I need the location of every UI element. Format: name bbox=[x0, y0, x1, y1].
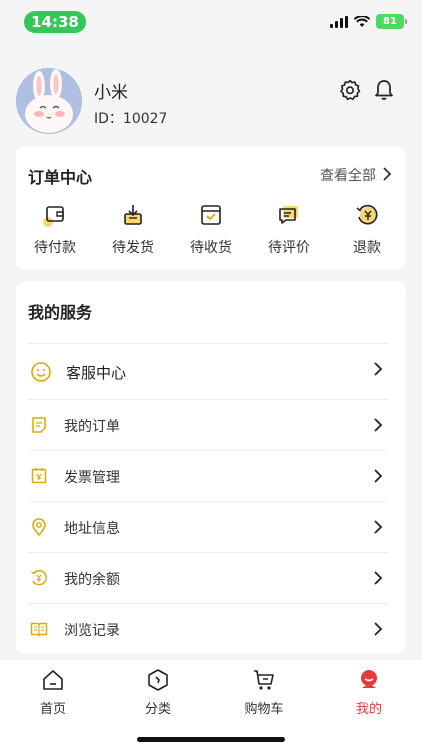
tab-category[interactable]: 分类 bbox=[118, 666, 198, 717]
profile-icon bbox=[361, 670, 377, 688]
services-title: 我的服务 bbox=[28, 303, 93, 322]
order-status-label: 待评价 bbox=[268, 240, 310, 256]
status-icons: 81 bbox=[330, 14, 407, 29]
order-center-card: 订单中心 查看全部 待付款 待发货 待收货 待评价 退款 bbox=[16, 146, 406, 270]
home-icon bbox=[43, 670, 63, 690]
order-status-label: 待收货 bbox=[190, 240, 232, 256]
order-status-label: 待发货 bbox=[112, 240, 154, 256]
refund-icon bbox=[356, 204, 378, 225]
settings-gear-icon[interactable] bbox=[338, 78, 362, 102]
tab-label: 首页 bbox=[39, 702, 66, 717]
receive-box-icon bbox=[201, 205, 221, 225]
profile-header: 小米 ID：10027 bbox=[16, 68, 406, 136]
smiley-icon bbox=[31, 362, 51, 382]
cart-icon bbox=[254, 670, 274, 690]
wifi-icon bbox=[354, 15, 370, 27]
chevron-right-icon bbox=[374, 418, 383, 432]
user-id: ID：10027 bbox=[94, 111, 168, 127]
order-status-pending-receipt[interactable]: 待收货 bbox=[172, 202, 250, 260]
service-label: 地址信息 bbox=[64, 521, 120, 537]
order-status-refund[interactable]: 退款 bbox=[328, 202, 406, 260]
service-item-address[interactable]: 地址信息 bbox=[28, 501, 388, 552]
order-status-label: 退款 bbox=[353, 240, 381, 256]
order-status-label: 待付款 bbox=[34, 240, 76, 256]
package-icon bbox=[124, 205, 142, 225]
chevron-right-icon bbox=[374, 622, 383, 636]
service-item-balance[interactable]: 我的余额 bbox=[28, 552, 388, 603]
tab-home[interactable]: 首页 bbox=[13, 666, 93, 717]
tab-cart[interactable]: 购物车 bbox=[224, 666, 304, 717]
bunny-avatar-icon bbox=[16, 68, 82, 134]
avatar[interactable] bbox=[16, 68, 82, 134]
order-doc-icon bbox=[32, 417, 46, 433]
review-icon bbox=[279, 206, 298, 224]
order-center-title: 订单中心 bbox=[28, 168, 93, 187]
service-item-my-orders[interactable]: 我的订单 bbox=[28, 399, 388, 450]
chevron-right-icon bbox=[374, 469, 383, 483]
tab-label: 分类 bbox=[144, 702, 171, 717]
status-time: 14:38 bbox=[24, 11, 86, 33]
service-item-browsing-history[interactable]: 浏览记录 bbox=[28, 603, 388, 654]
cellular-signal-icon bbox=[330, 15, 348, 28]
service-label: 发票管理 bbox=[64, 470, 120, 486]
service-label: 我的余额 bbox=[64, 572, 120, 588]
service-list: 客服中心 我的订单 发票管理 地址信息 我的余额 浏览记录 bbox=[28, 343, 388, 654]
service-label: 浏览记录 bbox=[64, 623, 120, 639]
username: 小米 bbox=[94, 83, 128, 103]
service-label: 我的订单 bbox=[64, 419, 120, 435]
invoice-icon bbox=[31, 468, 47, 484]
view-all-orders-link[interactable]: 查看全部 bbox=[320, 165, 376, 185]
chevron-right-icon bbox=[374, 571, 383, 585]
battery-indicator: 81 bbox=[376, 14, 407, 29]
service-item-customer-service[interactable]: 客服中心 bbox=[28, 343, 388, 399]
chevron-right-icon[interactable] bbox=[380, 166, 394, 182]
chevron-right-icon bbox=[374, 362, 383, 376]
tab-profile[interactable]: 我的 bbox=[329, 666, 409, 717]
service-item-invoice[interactable]: 发票管理 bbox=[28, 450, 388, 501]
my-services-card: 我的服务 客服中心 我的订单 发票管理 地址信息 我的余额 浏览记录 bbox=[16, 281, 406, 654]
location-pin-icon bbox=[32, 518, 46, 536]
book-icon bbox=[30, 622, 48, 637]
order-status-pending-review[interactable]: 待评价 bbox=[250, 202, 328, 260]
order-status-pending-payment[interactable]: 待付款 bbox=[16, 202, 94, 260]
chevron-right-icon bbox=[374, 520, 383, 534]
tab-label: 购物车 bbox=[244, 702, 284, 717]
category-icon bbox=[148, 669, 168, 691]
status-bar: 14:38 81 bbox=[0, 0, 422, 44]
balance-icon bbox=[31, 569, 47, 586]
order-status-pending-shipment[interactable]: 待发货 bbox=[94, 202, 172, 260]
order-status-list: 待付款 待发货 待收货 待评价 退款 bbox=[16, 202, 406, 260]
notification-bell-icon[interactable] bbox=[372, 78, 396, 102]
home-indicator bbox=[137, 737, 285, 742]
wallet-icon bbox=[43, 206, 64, 227]
tab-label: 我的 bbox=[355, 702, 382, 717]
service-label: 客服中心 bbox=[66, 364, 127, 382]
